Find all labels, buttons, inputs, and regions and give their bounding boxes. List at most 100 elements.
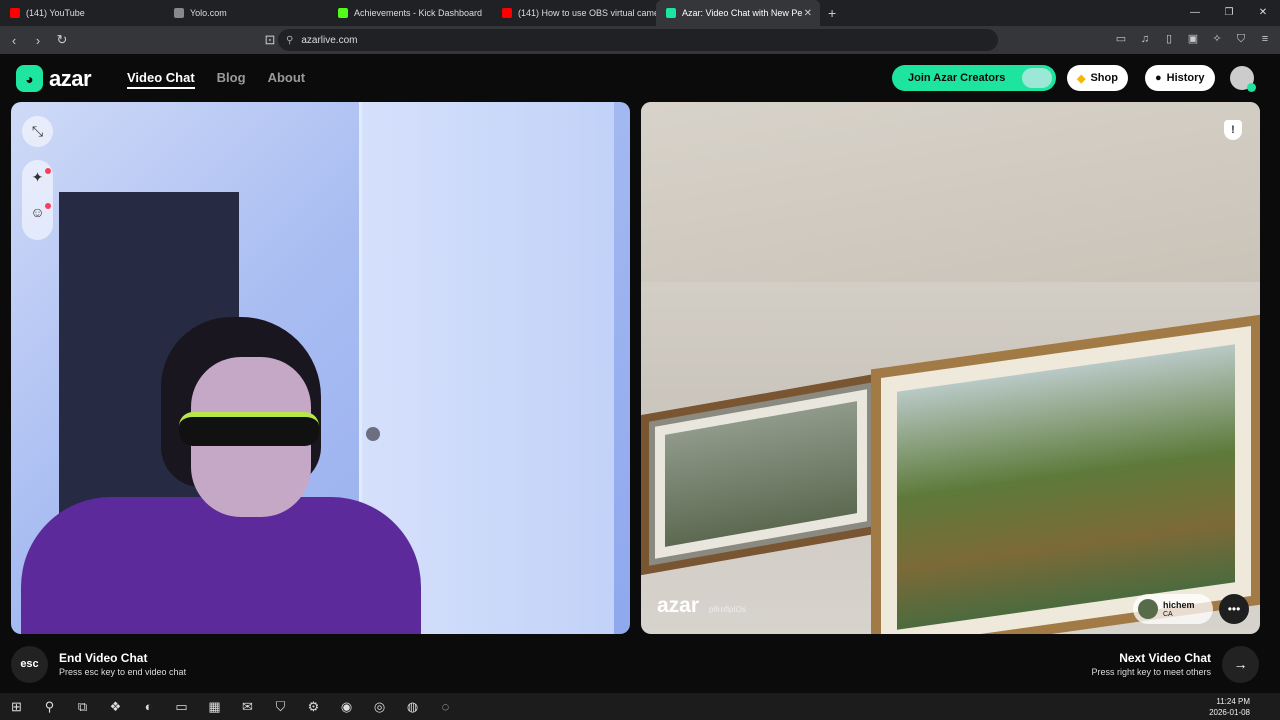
file-explorer-icon[interactable]: ▭	[165, 699, 198, 715]
search-icon[interactable]: ⚲	[33, 699, 66, 715]
copilot-icon[interactable]: ❖	[99, 699, 132, 715]
yolo-icon	[174, 8, 184, 18]
reload-icon[interactable]: ↻	[52, 32, 72, 48]
close-window-icon[interactable]: ✕	[1246, 0, 1280, 26]
face-filter-icon[interactable]: ☺	[22, 195, 53, 230]
tab-youtube[interactable]: (141) YouTube	[0, 0, 164, 26]
youtube-icon	[502, 8, 512, 18]
obs-icon[interactable]: ◎	[363, 699, 396, 715]
task-view-icon[interactable]: ⧉	[66, 699, 99, 715]
minimize-icon[interactable]: —	[1178, 0, 1212, 26]
next-chat-title: Next Video Chat	[1119, 651, 1211, 665]
local-video: ⤡ ✦ ☺	[11, 102, 630, 634]
next-chat-arrow-button[interactable]: →	[1222, 646, 1259, 683]
new-tab-button[interactable]: +	[828, 5, 836, 21]
kick-icon	[338, 8, 348, 18]
next-chat-hint: Press right key to meet others	[1091, 667, 1211, 677]
peer-avatar	[1138, 599, 1158, 619]
creators-decoration-icon	[1022, 68, 1052, 88]
edge-icon[interactable]: ◐	[132, 699, 165, 714]
cast-icon[interactable]: ▭	[1114, 32, 1128, 46]
tab-azar[interactable]: Azar: Video Chat with New Pe ✕	[656, 0, 820, 26]
close-tab-icon[interactable]: ✕	[804, 8, 812, 19]
nav-video-chat[interactable]: Video Chat	[127, 70, 195, 89]
brave-icon[interactable]: ⛉	[264, 699, 297, 715]
history-label: History	[1166, 72, 1205, 84]
back-icon[interactable]: ‹	[4, 33, 24, 48]
system-clock[interactable]: 11:24 PM 2026-01-08	[1209, 696, 1250, 718]
tab-label: (141) YouTube	[26, 8, 85, 18]
youtube-icon	[10, 8, 20, 18]
vpn-icon[interactable]: ⛉	[1234, 32, 1248, 46]
chat-bubble-icon[interactable]: •••	[1219, 594, 1249, 624]
picture-frame-large	[871, 314, 1260, 634]
remote-video: ! azar p8rofipIOs hichem CA •••	[641, 102, 1260, 634]
report-shield-icon[interactable]: !	[1224, 120, 1242, 140]
forward-icon[interactable]: ›	[28, 33, 48, 48]
join-label: Join Azar Creators	[908, 72, 1006, 84]
azar-watermark: azar p8rofipIOs	[657, 594, 746, 618]
sunglasses	[179, 412, 319, 446]
clock-date: 2026-01-08	[1209, 708, 1250, 717]
nav-about[interactable]: About	[268, 70, 306, 89]
logo-text: azar	[49, 65, 92, 91]
settings-icon[interactable]: ⚙	[297, 699, 330, 715]
windows-start-icon[interactable]: ⊞	[0, 699, 33, 715]
notification-dot	[45, 168, 51, 174]
minimize-video-icon[interactable]: ⤡	[22, 116, 53, 147]
end-chat-hint: Press esc key to end video chat	[59, 667, 187, 677]
music-icon[interactable]: ♫	[1138, 32, 1152, 46]
chrome-icon[interactable]: ◍	[396, 699, 429, 715]
peer-country: CA	[1163, 610, 1173, 618]
background-ceiling	[641, 102, 1260, 282]
door-knob	[366, 427, 380, 441]
menu-icon[interactable]: ≡	[1258, 32, 1272, 46]
history-button[interactable]: ● History	[1145, 65, 1215, 91]
tab-label: (141) How to use OBS virtual camera	[518, 8, 656, 18]
address-toolbar: ‹ › ↻ ⊡ ⚲ azarlive.com ▭ ♫ ▯ ▣ ✧ ⛉ ≡	[0, 26, 1280, 54]
hoodie	[21, 497, 421, 634]
tab-obs-video[interactable]: (141) How to use OBS virtual camera	[492, 0, 656, 26]
profile-avatar[interactable]	[1230, 66, 1256, 92]
picture-frame-small	[641, 372, 881, 576]
end-chat-key-button[interactable]: esc	[11, 646, 48, 683]
store-icon[interactable]: ▦	[198, 699, 231, 715]
shop-label: Shop	[1090, 72, 1118, 84]
notification-dot	[45, 203, 51, 209]
app-icon[interactable]: ◌	[429, 699, 462, 714]
peer-name: hichem	[1163, 599, 1195, 610]
taskbar: ⊞ ⚲ ⧉ ❖ ◐ ▭ ▦ ✉ ⛉ ⚙ ◉ ◎ ◍ ◌ 11:24 PM 202…	[0, 693, 1280, 720]
bookmark-icon[interactable]: ⊡	[260, 32, 280, 48]
azar-icon	[666, 8, 676, 18]
effects-sparkle-icon[interactable]: ✦	[22, 160, 53, 195]
join-creators-button[interactable]: Join Azar Creators	[892, 65, 1056, 91]
local-user-person	[21, 317, 421, 634]
url-text: azarlive.com	[301, 34, 358, 46]
shop-button[interactable]: ◆ Shop	[1067, 65, 1128, 91]
tab-kick[interactable]: Achievements - Kick Dashboard	[328, 0, 492, 26]
restore-icon[interactable]: ❐	[1212, 0, 1246, 26]
azar-logo-icon: ◕	[16, 65, 43, 92]
browser-tab-strip: (141) YouTube Yolo.com Achievements - Ki…	[0, 0, 1280, 26]
discord-icon[interactable]: ◉	[330, 699, 363, 715]
mail-icon[interactable]: ✉	[231, 699, 264, 715]
sidebar-icon[interactable]: ▯	[1162, 32, 1176, 46]
watermark-id: p8rofipIOs	[709, 605, 746, 614]
watermark-logo: azar	[657, 594, 700, 617]
url-bar[interactable]: ⚲ azarlive.com	[278, 29, 998, 51]
wallet-icon[interactable]: ▣	[1186, 32, 1200, 46]
nav-blog[interactable]: Blog	[217, 70, 246, 89]
tab-label: Yolo.com	[190, 8, 227, 18]
azar-logo[interactable]: ◕ azar	[16, 65, 92, 92]
main-nav: Video Chat Blog About	[127, 70, 305, 89]
ai-icon[interactable]: ✧	[1210, 32, 1224, 46]
extensions-area: ▭ ♫ ▯ ▣ ✧ ⛉ ≡	[1114, 32, 1272, 46]
azar-app: ◕ azar Video Chat Blog About Join Azar C…	[0, 54, 1280, 693]
tab-yolo[interactable]: Yolo.com	[164, 0, 328, 26]
peer-profile-chip[interactable]: hichem CA	[1133, 594, 1213, 624]
gem-icon: ◆	[1077, 72, 1086, 85]
site-info-icon[interactable]: ⚲	[286, 35, 293, 46]
window-controls: — ❐ ✕	[1178, 0, 1280, 26]
landscape-painting	[897, 344, 1235, 630]
end-chat-title: End Video Chat	[59, 651, 148, 665]
